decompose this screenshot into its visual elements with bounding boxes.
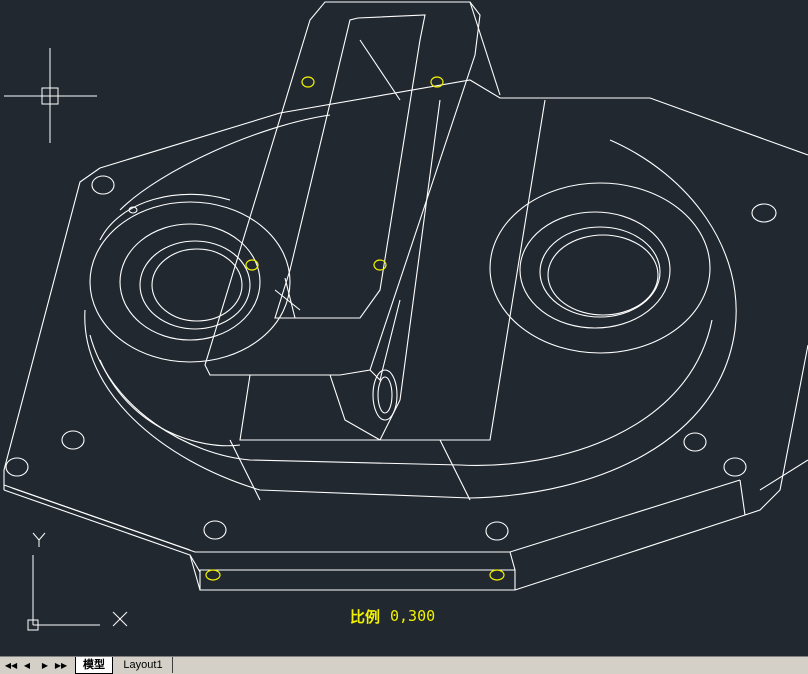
next-tab-icon[interactable]: ▶ bbox=[38, 659, 52, 672]
drawing-viewport[interactable]: 比例 0,300 bbox=[0, 0, 808, 656]
prev-tab-icon[interactable]: ◀ bbox=[20, 659, 34, 672]
cad-drawing bbox=[3, 1, 808, 631]
hole-marker bbox=[301, 76, 315, 88]
first-tab-icon[interactable]: ◀◀ bbox=[4, 659, 18, 672]
layout-tab-bar: ◀◀ ◀ ▶ ▶▶ 模型 Layout1 bbox=[0, 656, 808, 674]
tab-layout1[interactable]: Layout1 bbox=[114, 657, 173, 673]
scale-value: 0,300 bbox=[390, 607, 436, 625]
ucs-axis-icon bbox=[27, 532, 128, 631]
crosshair-cursor-icon bbox=[4, 48, 97, 143]
hole-marker bbox=[489, 569, 505, 581]
last-tab-icon[interactable]: ▶▶ bbox=[54, 659, 68, 672]
hole-marker bbox=[245, 259, 259, 271]
hole-marker bbox=[205, 569, 221, 581]
tab-model[interactable]: 模型 bbox=[75, 657, 113, 674]
top-plate bbox=[204, 1, 481, 376]
scale-label: 比例 bbox=[350, 608, 381, 626]
